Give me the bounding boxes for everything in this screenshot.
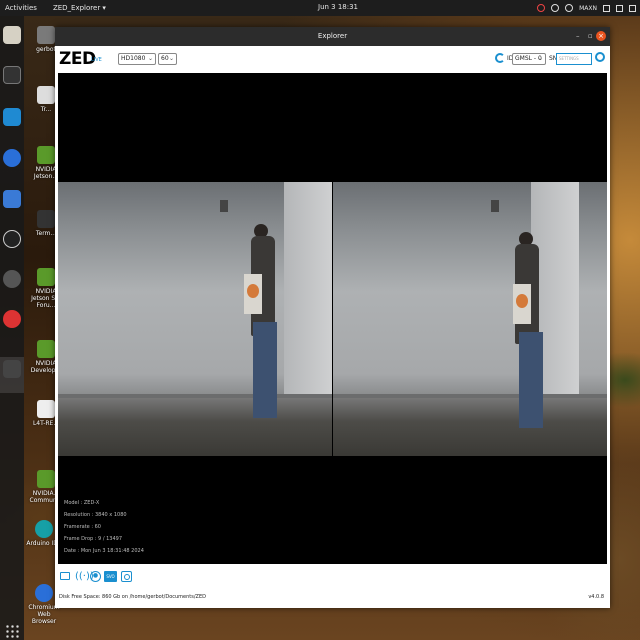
camera-frame-drop: Frame Drop : 9 / 13497 <box>64 533 144 545</box>
network-icon[interactable] <box>551 4 559 12</box>
software-updater-icon[interactable] <box>3 270 21 288</box>
show-apps-icon[interactable] <box>5 624 19 638</box>
power-icon[interactable] <box>629 5 636 12</box>
nvidia-icon <box>37 146 55 164</box>
gear-icon[interactable] <box>595 52 605 62</box>
camera-viewport[interactable]: Model : ZED-X Resolution : 3840 x 1080 F… <box>58 73 607 564</box>
terminal-icon <box>37 210 55 228</box>
terminal-icon[interactable] <box>3 66 21 84</box>
explorer-bottombar: ((·)) ● SVO Disk Free Space: 860 Gb on /… <box>55 566 610 608</box>
camera-resolution: Resolution : 3840 x 1080 <box>64 509 144 521</box>
nvidia-icon <box>37 470 55 488</box>
stream-icon[interactable]: ((·)) <box>75 571 86 582</box>
window-title: Explorer <box>55 32 610 40</box>
explorer-toolbar: ZED LIVE HD1080 ⌄ 60 ⌄ ID GMSL - 0 ⌄ SN … <box>55 46 610 73</box>
camera-date: Date : Mon Jun 3 18:31:48 2024 <box>64 545 144 557</box>
obs-icon[interactable] <box>3 230 21 248</box>
camera-framerate: Framerate : 60 <box>64 521 144 533</box>
desktop-icon-label: Tr... <box>41 106 51 113</box>
left-camera-view <box>58 182 332 456</box>
svo-icon[interactable]: SVO <box>104 571 117 582</box>
chevron-down-icon: ⌄ <box>148 54 153 64</box>
home-folder-icon <box>37 26 55 44</box>
chevron-down-icon: ⌄ <box>169 54 174 64</box>
error-report-icon[interactable] <box>3 310 21 328</box>
system-tray[interactable]: MAXN <box>537 0 636 16</box>
app-version: v4.0.8 <box>588 594 604 600</box>
maximize-button[interactable]: ▫ <box>588 32 593 40</box>
trash-icon <box>37 86 55 104</box>
screenshot-icon[interactable] <box>3 190 21 208</box>
nvidia-icon <box>37 268 55 286</box>
folder-icon[interactable] <box>60 572 70 580</box>
camera-info-overlay: Model : ZED-X Resolution : 3840 x 1080 F… <box>64 497 144 557</box>
snapshot-icon[interactable] <box>121 571 132 582</box>
keyboard-icon[interactable] <box>603 5 610 12</box>
chevron-down-icon: ⌄ <box>538 54 543 64</box>
window-titlebar[interactable]: Explorer – ▫ × <box>55 27 610 46</box>
zed-explorer-icon[interactable] <box>3 360 21 378</box>
desktop-icon-label: gerbot <box>36 46 56 53</box>
fps-value: 60 <box>161 55 169 62</box>
minimize-button[interactable]: – <box>576 32 580 40</box>
disk-free-space: Disk Free Space: 860 Gb on /home/gerbot/… <box>59 594 206 600</box>
volume-icon[interactable] <box>616 5 623 12</box>
record-icon[interactable]: ● <box>90 571 101 582</box>
person-legs <box>253 322 277 418</box>
chromium-icon[interactable] <box>3 149 21 167</box>
right-camera-view <box>333 182 607 456</box>
live-badge: LIVE <box>91 57 102 63</box>
nvidia-settings-icon[interactable] <box>565 4 573 12</box>
power-mode-label[interactable]: MAXN <box>579 5 597 12</box>
person-legs <box>519 332 543 428</box>
arduino-icon <box>35 520 53 538</box>
explorer-window: Explorer – ▫ × ZED LIVE HD1080 ⌄ 60 ⌄ ID… <box>55 27 610 608</box>
dock <box>0 16 24 640</box>
wall-corner <box>284 182 332 404</box>
desktop-icon-label: Term... <box>36 230 56 237</box>
wall-fixture <box>220 200 228 212</box>
nvidia-status-icon[interactable] <box>537 4 545 12</box>
vscode-icon[interactable] <box>3 108 21 126</box>
floor <box>333 398 607 456</box>
camera-input-select[interactable]: GMSL - 0 ⌄ <box>512 53 546 65</box>
nvidia-icon <box>37 340 55 358</box>
serial-number-field[interactable]: SETTINGS <box>556 53 592 65</box>
files-icon[interactable] <box>3 26 21 44</box>
resolution-select[interactable]: HD1080 ⌄ <box>118 53 156 65</box>
chromium-icon <box>35 584 53 602</box>
camera-model: Model : ZED-X <box>64 497 144 509</box>
resolution-value: HD1080 <box>121 55 145 62</box>
floor <box>58 398 332 456</box>
close-button[interactable]: × <box>596 31 606 41</box>
activities-button[interactable]: Activities <box>5 4 37 12</box>
held-card <box>513 284 531 324</box>
held-card <box>244 274 262 314</box>
top-bar: Activities ZED_Explorer ▾ Jun 3 18:31 MA… <box>0 0 640 16</box>
wall-fixture <box>491 200 499 212</box>
refresh-icon[interactable] <box>495 53 505 63</box>
app-menu[interactable]: ZED_Explorer ▾ <box>53 4 106 12</box>
fps-select[interactable]: 60 ⌄ <box>158 53 177 65</box>
doc-icon <box>37 400 55 418</box>
clock[interactable]: Jun 3 18:31 <box>318 3 358 11</box>
